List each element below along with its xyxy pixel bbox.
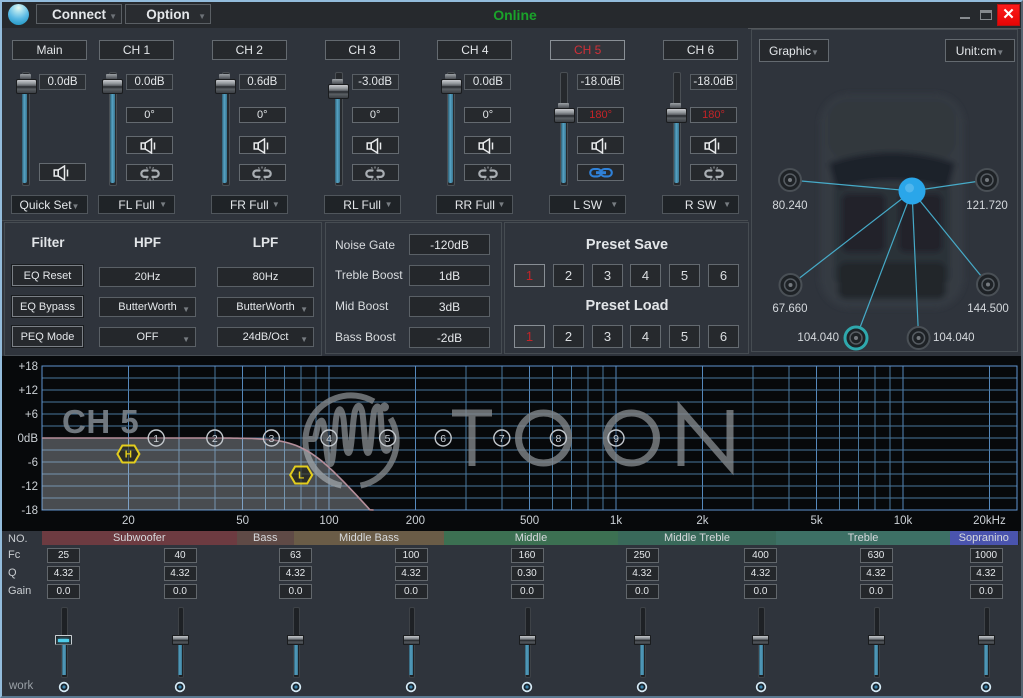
svg-text:L: L — [298, 471, 304, 482]
svg-text:0dB: 0dB — [18, 433, 39, 445]
svg-text:3: 3 — [268, 433, 274, 445]
svg-text:1: 1 — [153, 433, 159, 445]
svg-text:8: 8 — [555, 433, 561, 445]
svg-text:2: 2 — [212, 433, 218, 445]
svg-text:100: 100 — [319, 515, 338, 527]
svg-text:20kHz: 20kHz — [973, 515, 1006, 527]
svg-text:7: 7 — [499, 433, 505, 445]
svg-text:CH 5: CH 5 — [62, 403, 139, 440]
svg-text:5: 5 — [385, 433, 391, 445]
svg-text:+12: +12 — [18, 385, 38, 397]
svg-text:50: 50 — [236, 515, 249, 527]
svg-text:500: 500 — [520, 515, 539, 527]
svg-text:9: 9 — [613, 433, 619, 445]
svg-text:2k: 2k — [696, 515, 708, 527]
svg-text:+6: +6 — [25, 409, 38, 421]
svg-text:200: 200 — [406, 515, 425, 527]
svg-text:5k: 5k — [811, 515, 823, 527]
svg-text:10k: 10k — [894, 515, 913, 527]
svg-text:20: 20 — [122, 515, 135, 527]
svg-text:-18: -18 — [21, 505, 38, 517]
svg-text:-6: -6 — [28, 457, 38, 469]
svg-text:6: 6 — [440, 433, 446, 445]
svg-text:-12: -12 — [21, 481, 38, 493]
svg-text:H: H — [125, 450, 132, 461]
svg-text:1k: 1k — [610, 515, 622, 527]
svg-text:+18: +18 — [18, 361, 38, 373]
svg-text:4: 4 — [326, 433, 332, 445]
